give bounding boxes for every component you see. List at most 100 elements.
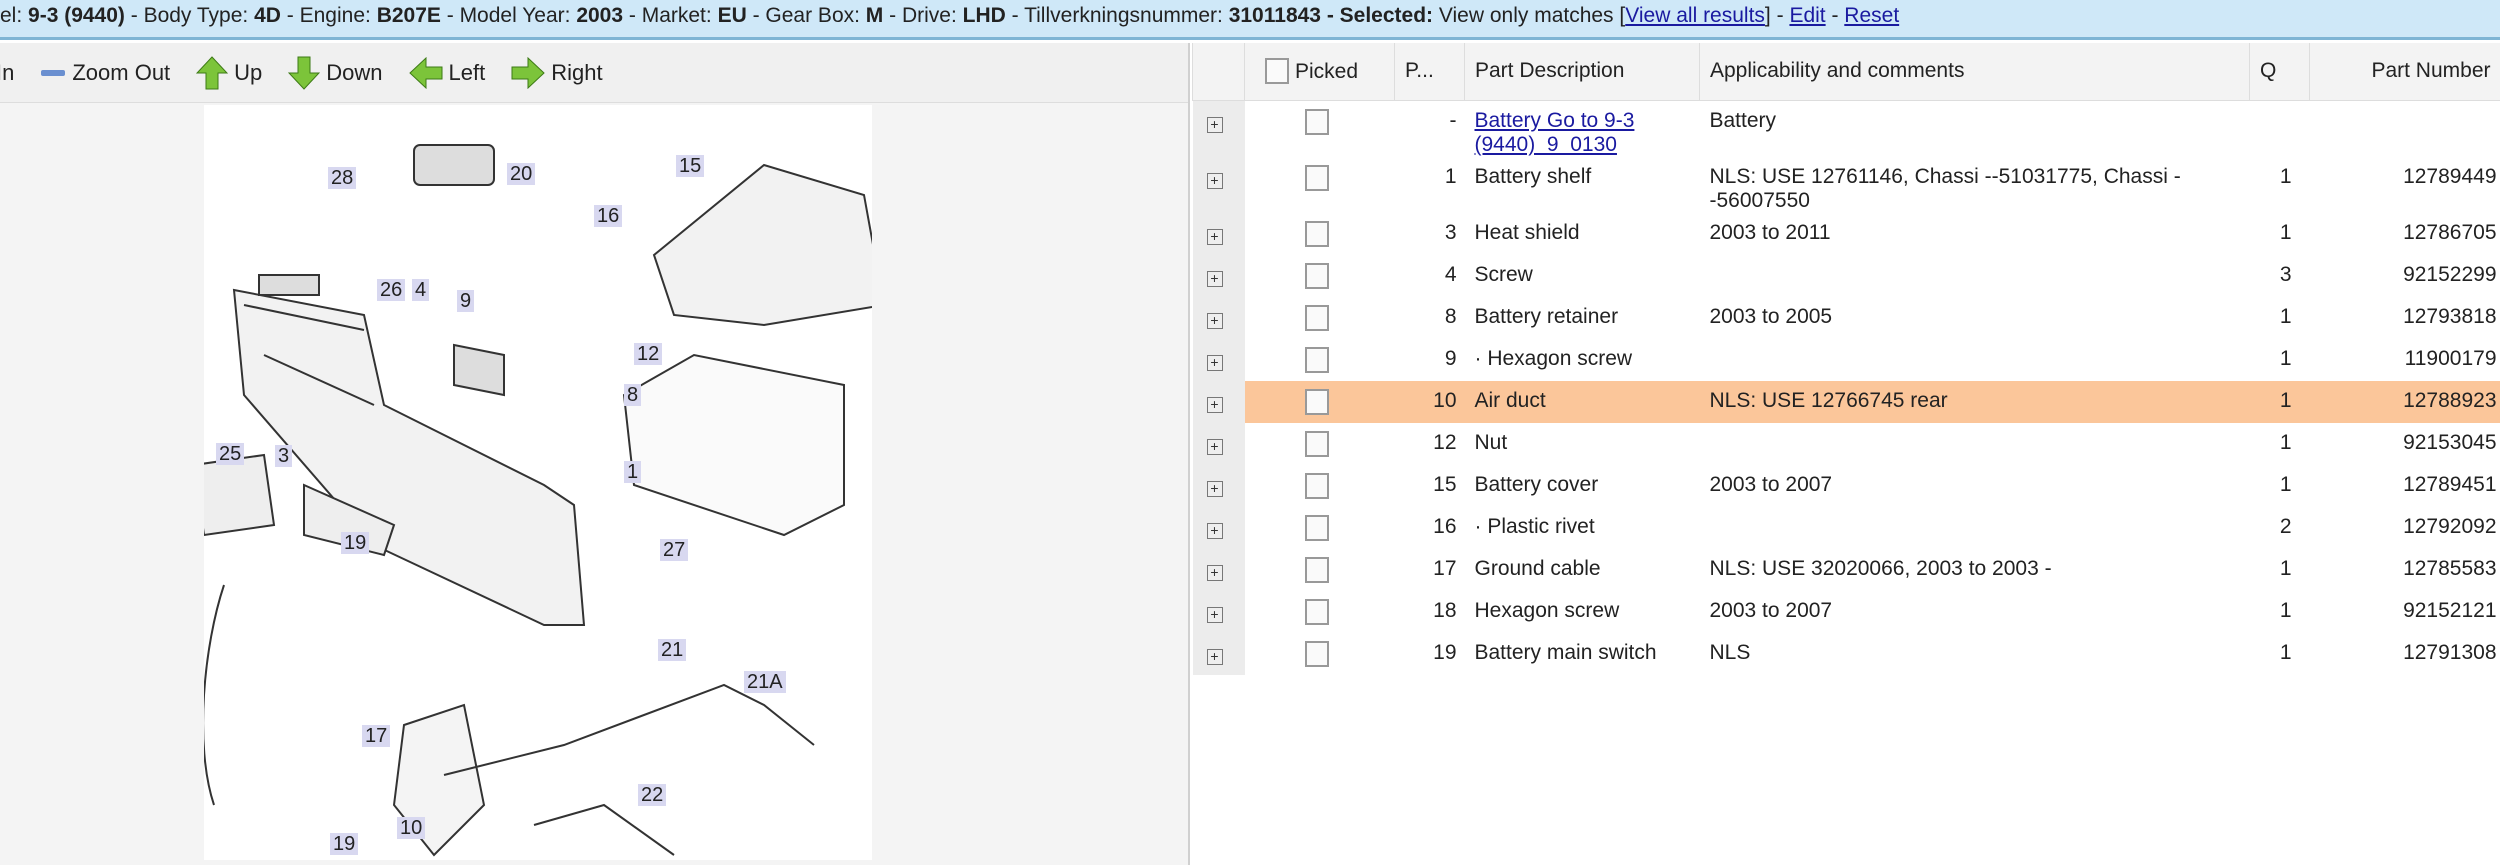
- select-all-checkbox[interactable]: [1265, 58, 1289, 85]
- expand-plus-icon[interactable]: +: [1206, 396, 1223, 413]
- expand-plus-icon[interactable]: +: [1206, 116, 1223, 133]
- table-row[interactable]: + 9 · Hexagon screw 1 11900179: [1192, 338, 2500, 381]
- expand-cell[interactable]: +: [1192, 380, 1245, 423]
- callout-1[interactable]: 1: [624, 461, 642, 483]
- picked-checkbox[interactable]: [1304, 472, 1329, 499]
- picked-checkbox[interactable]: [1304, 598, 1329, 625]
- reset-link[interactable]: Reset: [1844, 4, 1899, 27]
- callout-19[interactable]: 19: [341, 532, 370, 554]
- expand-plus-icon[interactable]: +: [1206, 480, 1223, 497]
- expand-cell[interactable]: +: [1192, 422, 1245, 465]
- table-row[interactable]: + 15 Battery cover 2003 to 2007 1 127894…: [1192, 464, 2500, 507]
- expand-cell[interactable]: +: [1192, 632, 1245, 675]
- callout-26[interactable]: 26: [377, 279, 406, 301]
- qty-column-header[interactable]: Q: [2249, 43, 2310, 101]
- up-button[interactable]: Up: [196, 55, 262, 90]
- expand-plus-icon[interactable]: +: [1206, 522, 1223, 539]
- expand-cell[interactable]: +: [1192, 590, 1245, 633]
- table-row[interactable]: + 10 Air duct NLS: USE 12766745 rear 1 1…: [1192, 380, 2500, 423]
- callout-19-bottom[interactable]: 19: [330, 833, 359, 855]
- picked-checkbox[interactable]: [1304, 556, 1329, 583]
- picked-checkbox[interactable]: [1304, 304, 1329, 331]
- picked-checkbox[interactable]: [1304, 262, 1329, 289]
- zoom-out-button[interactable]: Zoom Out: [40, 60, 170, 86]
- table-row[interactable]: + 18 Hexagon screw 2003 to 2007 1 921521…: [1192, 590, 2500, 633]
- callout-28[interactable]: 28: [328, 167, 357, 189]
- expand-cell[interactable]: +: [1192, 254, 1245, 297]
- callout-16[interactable]: 16: [594, 205, 623, 227]
- table-row[interactable]: + 17 Ground cable NLS: USE 32020066, 200…: [1192, 548, 2500, 591]
- callout-21[interactable]: 21: [658, 639, 687, 661]
- picked-cell[interactable]: [1245, 423, 1395, 465]
- expand-cell[interactable]: +: [1192, 212, 1245, 255]
- picked-checkbox[interactable]: [1304, 220, 1329, 247]
- table-row[interactable]: + 16 · Plastic rivet 2 12792092: [1192, 506, 2500, 549]
- picked-checkbox[interactable]: [1304, 430, 1329, 457]
- table-row[interactable]: + 1 Battery shelf NLS: USE 12761146, Cha…: [1192, 156, 2500, 213]
- expand-plus-icon[interactable]: +: [1206, 312, 1223, 329]
- table-row[interactable]: + 3 Heat shield 2003 to 2011 1 12786705: [1192, 212, 2500, 255]
- table-row[interactable]: + - Battery Go to 9-3 (9440)_9_0130 Batt…: [1192, 100, 2500, 157]
- description-column-header[interactable]: Part Description: [1464, 43, 1700, 101]
- expand-cell[interactable]: +: [1192, 464, 1245, 507]
- callout-12[interactable]: 12: [634, 343, 663, 365]
- callout-4[interactable]: 4: [412, 279, 430, 301]
- expand-plus-icon[interactable]: +: [1206, 270, 1223, 287]
- right-button[interactable]: Right: [511, 56, 603, 89]
- picked-cell[interactable]: [1245, 591, 1395, 633]
- picked-cell[interactable]: [1245, 339, 1395, 381]
- expand-cell[interactable]: +: [1192, 506, 1245, 549]
- expand-cell[interactable]: +: [1192, 156, 1245, 213]
- expand-plus-icon[interactable]: +: [1206, 564, 1223, 581]
- picked-cell[interactable]: [1245, 465, 1395, 507]
- picked-cell[interactable]: [1245, 157, 1395, 213]
- callout-17[interactable]: 17: [362, 725, 391, 747]
- table-row[interactable]: + 12 Nut 1 92153045: [1192, 422, 2500, 465]
- picked-checkbox[interactable]: [1304, 346, 1329, 373]
- left-button[interactable]: Left: [408, 56, 485, 89]
- callout-8[interactable]: 8: [624, 384, 642, 406]
- picked-checkbox[interactable]: [1304, 388, 1329, 415]
- table-row[interactable]: + 4 Screw 3 92152299: [1192, 254, 2500, 297]
- picked-cell[interactable]: [1245, 213, 1395, 255]
- picked-cell[interactable]: [1245, 633, 1395, 675]
- callout-27[interactable]: 27: [660, 539, 689, 561]
- picked-checkbox[interactable]: [1304, 514, 1329, 541]
- callout-25[interactable]: 25: [216, 443, 245, 465]
- callout-3[interactable]: 3: [275, 445, 293, 467]
- picked-cell[interactable]: [1245, 549, 1395, 591]
- expand-cell[interactable]: +: [1192, 296, 1245, 339]
- expand-plus-icon[interactable]: +: [1206, 228, 1223, 245]
- picked-column-header[interactable]: Picked: [1244, 43, 1395, 101]
- edit-link[interactable]: Edit: [1789, 4, 1825, 27]
- callout-21a[interactable]: 21A: [744, 671, 786, 693]
- picked-cell[interactable]: [1245, 507, 1395, 549]
- expand-plus-icon[interactable]: +: [1206, 172, 1223, 189]
- down-button[interactable]: Down: [288, 56, 383, 90]
- expand-cell[interactable]: +: [1192, 338, 1245, 381]
- applicability-column-header[interactable]: Applicability and comments: [1699, 43, 2250, 101]
- expand-plus-icon[interactable]: +: [1206, 648, 1223, 665]
- callout-20[interactable]: 20: [507, 163, 536, 185]
- callout-15[interactable]: 15: [676, 155, 705, 177]
- expand-plus-icon[interactable]: +: [1206, 438, 1223, 455]
- zoom-in-button[interactable]: In: [0, 60, 14, 86]
- expand-cell[interactable]: +: [1192, 548, 1245, 591]
- picked-cell[interactable]: [1245, 255, 1395, 297]
- expand-plus-icon[interactable]: +: [1206, 606, 1223, 623]
- picked-cell[interactable]: [1245, 297, 1395, 339]
- picked-cell[interactable]: [1245, 100, 1395, 157]
- diagram-link[interactable]: Battery Go to 9-3 (9440)_9_0130: [1475, 109, 1635, 156]
- callout-9[interactable]: 9: [457, 290, 475, 312]
- picked-checkbox[interactable]: [1304, 108, 1329, 135]
- parts-diagram[interactable]: 28 20 15 16 26 4 9 12 8 25 3 1 27 19 21 …: [204, 105, 872, 860]
- picked-checkbox[interactable]: [1304, 164, 1329, 191]
- part-number-column-header[interactable]: Part Number: [2309, 43, 2500, 101]
- picked-checkbox[interactable]: [1304, 640, 1329, 667]
- expand-cell[interactable]: +: [1192, 100, 1245, 157]
- callout-10[interactable]: 10: [397, 817, 426, 839]
- callout-22[interactable]: 22: [638, 784, 667, 806]
- table-row[interactable]: + 8 Battery retainer 2003 to 2005 1 1279…: [1192, 296, 2500, 339]
- expand-plus-icon[interactable]: +: [1206, 354, 1223, 371]
- picked-cell[interactable]: [1244, 380, 1395, 423]
